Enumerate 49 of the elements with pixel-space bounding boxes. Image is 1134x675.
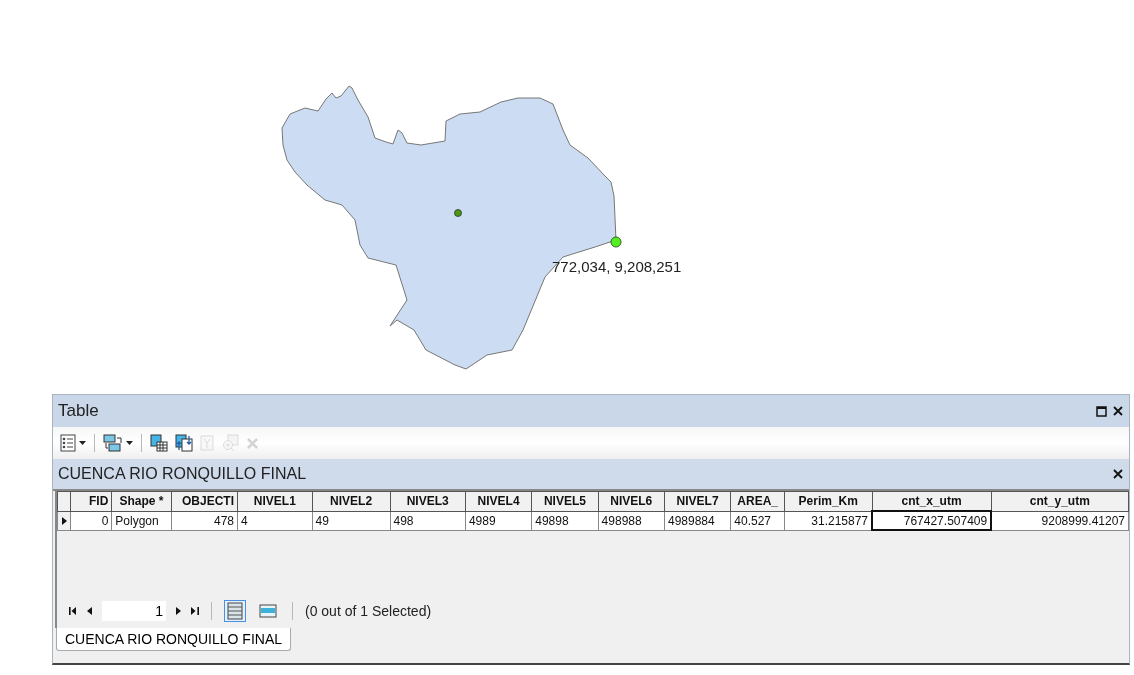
column-header[interactable]: AREA_ — [730, 491, 785, 511]
previous-record-icon[interactable] — [87, 607, 92, 615]
table-tab[interactable]: CUENCA RIO RONQUILLO FINAL — [56, 628, 292, 651]
record-number-field[interactable]: 1 — [102, 601, 166, 621]
table-cell: 0 — [70, 511, 112, 530]
table-cell: 49 — [312, 511, 390, 530]
column-header[interactable]: OBJECTI — [171, 491, 238, 511]
last-record-icon[interactable] — [191, 607, 199, 615]
window-title: Table — [58, 401, 99, 421]
column-header[interactable]: NIVEL1 — [237, 491, 313, 511]
table-cell: 40.527 — [730, 511, 785, 530]
table-title: CUENCA RIO RONQUILLO FINAL — [58, 465, 307, 483]
first-record-icon[interactable] — [69, 607, 77, 615]
maximize-icon[interactable] — [1096, 405, 1107, 417]
table-cell: 4 — [237, 511, 313, 530]
column-header[interactable]: NIVEL5 — [531, 491, 599, 511]
column-header[interactable]: FID — [70, 491, 112, 511]
coordinate-label: 772,034, 9,208,251 — [552, 258, 682, 275]
table-cell: 478 — [171, 511, 238, 530]
table-cell: Polygon — [111, 511, 172, 530]
column-header[interactable]: cnt_x_utm — [872, 491, 992, 511]
next-record-icon[interactable] — [176, 607, 181, 615]
close-icon[interactable] — [1113, 469, 1123, 479]
caret-icon — [79, 441, 86, 445]
location-point — [610, 236, 622, 248]
table-cell: 4989884 — [664, 511, 731, 530]
table-cell: 49898 — [531, 511, 599, 530]
table-cell: 498988 — [598, 511, 665, 530]
centroid-point — [454, 209, 462, 217]
table-cell: 4989 — [465, 511, 532, 530]
close-icon[interactable] — [1113, 406, 1123, 416]
table-cell: 767427.507409 — [872, 511, 992, 530]
table-cell: 9208999.41207 — [991, 511, 1129, 530]
column-header[interactable]: NIVEL2 — [312, 491, 390, 511]
table-cell: 498 — [390, 511, 466, 530]
show-all-records-button[interactable] — [224, 600, 246, 622]
column-header[interactable]: Perim_Km — [784, 491, 873, 511]
column-header[interactable]: NIVEL6 — [598, 491, 665, 511]
relate-tables-button[interactable] — [102, 433, 134, 453]
caret-icon — [126, 441, 133, 445]
table-options-button[interactable] — [59, 433, 87, 453]
column-header[interactable]: NIVEL4 — [465, 491, 532, 511]
column-header[interactable]: NIVEL3 — [390, 491, 466, 511]
column-header[interactable]: Shape * — [111, 491, 172, 511]
switch-selection-button[interactable] — [174, 433, 194, 453]
select-table-button[interactable] — [149, 433, 169, 453]
selection-status: (0 out of 1 Selected) — [305, 603, 432, 619]
column-header[interactable]: cnt_y_utm — [991, 491, 1129, 511]
column-header[interactable]: NIVEL7 — [664, 491, 731, 511]
